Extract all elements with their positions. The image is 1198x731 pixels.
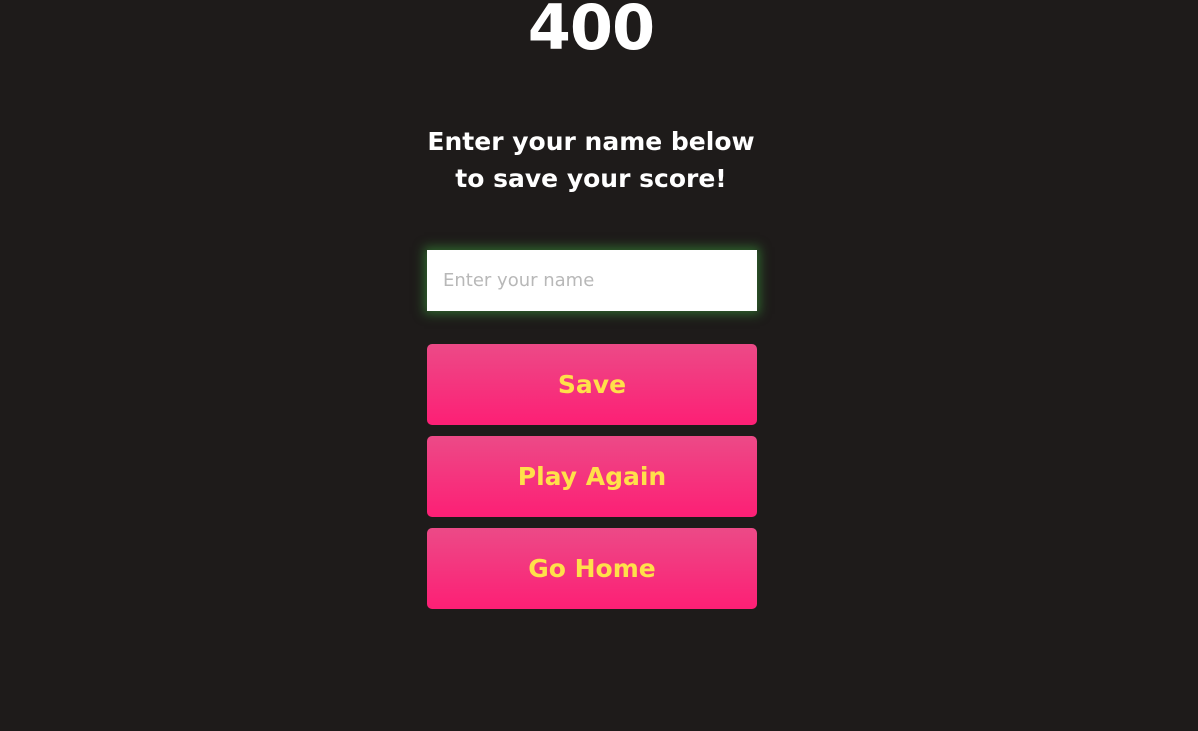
final-score: 400 bbox=[527, 0, 655, 64]
save-button[interactable]: Save bbox=[427, 344, 757, 425]
prompt-line-2: to save your score! bbox=[455, 164, 727, 193]
end-game-screen: 400 Enter your name below to save your s… bbox=[0, 0, 1198, 731]
prompt-line-1: Enter your name below bbox=[427, 127, 755, 156]
play-again-button[interactable]: Play Again bbox=[427, 436, 757, 517]
username-input[interactable] bbox=[427, 250, 757, 311]
go-home-button[interactable]: Go Home bbox=[427, 528, 757, 609]
save-score-prompt: Enter your name below to save your score… bbox=[0, 123, 1182, 197]
